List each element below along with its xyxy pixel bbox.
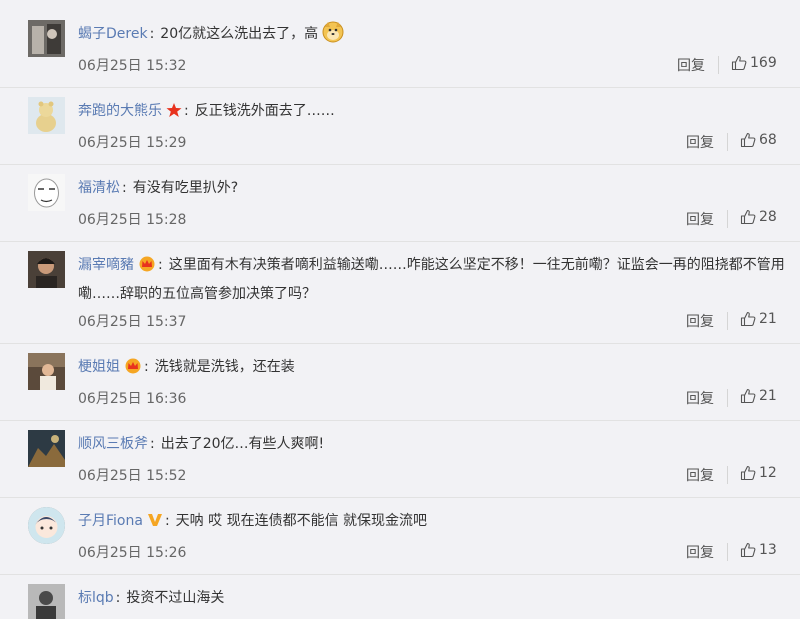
- thumbs-up-icon: [740, 209, 756, 225]
- divider: [727, 210, 728, 228]
- reply-button[interactable]: 回复: [686, 388, 714, 408]
- comment-time: 06月25日 15:26: [78, 545, 187, 561]
- comment-body: 标lqb: 投资不过山海关: [78, 585, 792, 611]
- colon: :: [164, 513, 170, 529]
- comment-time: 06月25日 15:37: [78, 314, 187, 330]
- comment-text: 反正钱洗外面去了……: [194, 103, 335, 119]
- like-count: 13: [759, 542, 777, 558]
- colon: :: [149, 26, 155, 42]
- doge-emoji-icon: [322, 21, 344, 52]
- thumbs-up-icon: [740, 465, 756, 481]
- avatar[interactable]: [28, 507, 65, 544]
- reply-button[interactable]: 回复: [686, 311, 714, 331]
- like-button[interactable]: 169: [731, 55, 777, 71]
- reply-button[interactable]: 回复: [686, 465, 714, 485]
- username-link[interactable]: 顺风三板斧: [78, 436, 148, 452]
- crown-badge-icon: [138, 255, 156, 281]
- like-button[interactable]: 68: [740, 132, 777, 148]
- colon: :: [158, 257, 163, 273]
- username-link[interactable]: 子月Fiona: [78, 513, 143, 529]
- reply-button[interactable]: 回复: [686, 132, 714, 152]
- like-button[interactable]: 12: [740, 465, 777, 481]
- avatar[interactable]: [28, 20, 65, 57]
- avatar[interactable]: [28, 251, 65, 288]
- divider: [718, 56, 719, 74]
- comment-item: 福清松: 有没有吃里扒外? 06月25日 15:28 回复 28: [0, 165, 800, 242]
- avatar[interactable]: [28, 430, 65, 467]
- comment-item: 奔跑的大熊乐: 反正钱洗外面去了…… 06月25日 15:29 回复 68: [0, 88, 800, 165]
- comment-item: 蝎子Derek:20亿就这么洗出去了，高 06月25日 15:32 回复 169: [0, 0, 800, 88]
- thumbs-up-icon: [740, 132, 756, 148]
- like-count: 68: [759, 132, 777, 148]
- comment-time: 06月25日 15:28: [78, 212, 187, 228]
- like-button[interactable]: 21: [740, 388, 777, 404]
- thumbs-up-icon: [740, 542, 756, 558]
- comment-text: 洗钱就是洗钱，还在装: [154, 359, 295, 375]
- comment-text: 这里面有木有决策者嘀利益输送嘞……咋能这么坚定不移！一往无前嘞？证监会一再的阻挠…: [78, 257, 785, 302]
- comment-body: 漏宰嘀豬: 这里面有木有决策者嘀利益输送嘞……咋能这么坚定不移！一往无前嘞？证监会…: [78, 252, 792, 307]
- comment-time: 06月25日 15:29: [78, 135, 187, 151]
- avatar[interactable]: [28, 353, 65, 390]
- like-button[interactable]: 13: [740, 542, 777, 558]
- like-count: 21: [759, 311, 777, 327]
- comment-list: 蝎子Derek:20亿就这么洗出去了，高 06月25日 15:32 回复 169…: [0, 0, 800, 619]
- like-count: 12: [759, 465, 777, 481]
- username-link[interactable]: 漏宰嘀豬: [78, 257, 134, 273]
- username-link[interactable]: 奔跑的大熊乐: [78, 103, 162, 119]
- comment-time: 06月25日 16:36: [78, 391, 187, 407]
- divider: [727, 543, 728, 561]
- divider: [727, 312, 728, 330]
- crown-badge-icon: [124, 357, 142, 383]
- thumbs-up-icon: [740, 388, 756, 404]
- colon: :: [122, 180, 127, 196]
- colon: :: [150, 436, 155, 452]
- comment-body: 顺风三板斧: 出去了20亿…有些人爽啊!: [78, 431, 792, 457]
- reply-button[interactable]: 回复: [686, 542, 714, 562]
- thumbs-up-icon: [731, 55, 747, 71]
- comment-text: 出去了20亿…有些人爽啊!: [160, 436, 325, 452]
- like-count: 169: [750, 55, 777, 71]
- comment-item: 子月Fiona: 天呐 哎 现在连债都不能信 就保现金流吧 06月25日 15:2…: [0, 498, 800, 575]
- thumbs-up-icon: [740, 311, 756, 327]
- divider: [727, 133, 728, 151]
- like-count: 21: [759, 388, 777, 404]
- reply-button[interactable]: 回复: [677, 55, 705, 75]
- like-count: 28: [759, 209, 777, 225]
- comment-text: 20亿就这么洗出去了，高: [160, 26, 319, 42]
- avatar[interactable]: [28, 97, 65, 134]
- comment-item: 梗姐姐: 洗钱就是洗钱，还在装 06月25日 16:36 回复 21: [0, 344, 800, 421]
- comment-item: 顺风三板斧: 出去了20亿…有些人爽啊! 06月25日 15:52 回复 12: [0, 421, 800, 498]
- username-link[interactable]: 蝎子Derek: [78, 26, 148, 42]
- avatar[interactable]: [28, 584, 65, 619]
- reply-button[interactable]: 回复: [686, 209, 714, 229]
- username-link[interactable]: 梗姐姐: [78, 359, 120, 375]
- comment-body: 子月Fiona: 天呐 哎 现在连债都不能信 就保现金流吧: [78, 508, 792, 537]
- colon: :: [115, 590, 121, 606]
- comment-item: 标lqb: 投资不过山海关: [0, 575, 800, 619]
- colon: :: [184, 103, 189, 119]
- comment-body: 梗姐姐: 洗钱就是洗钱，还在装: [78, 354, 792, 383]
- comment-text: 天呐 哎 现在连债都不能信 就保现金流吧: [175, 513, 428, 529]
- avatar[interactable]: [28, 174, 65, 211]
- username-link[interactable]: 福清松: [78, 180, 120, 196]
- comment-time: 06月25日 15:52: [78, 468, 187, 484]
- comment-text: 投资不过山海关: [126, 590, 225, 606]
- divider: [727, 389, 728, 407]
- divider: [727, 466, 728, 484]
- comment-item: 漏宰嘀豬: 这里面有木有决策者嘀利益输送嘞……咋能这么坚定不移！一往无前嘞？证监会…: [0, 242, 800, 344]
- colon: :: [144, 359, 149, 375]
- vip-v-badge-icon: [147, 511, 163, 537]
- comment-time: 06月25日 15:32: [78, 58, 187, 74]
- comment-text: 有没有吃里扒外?: [132, 180, 239, 196]
- username-link[interactable]: 标lqb: [78, 590, 114, 606]
- star-badge-icon: [166, 101, 182, 127]
- like-button[interactable]: 28: [740, 209, 777, 225]
- comment-body: 奔跑的大熊乐: 反正钱洗外面去了……: [78, 98, 792, 127]
- like-button[interactable]: 21: [740, 311, 777, 327]
- comment-body: 福清松: 有没有吃里扒外?: [78, 175, 792, 201]
- comment-body: 蝎子Derek:20亿就这么洗出去了，高: [78, 21, 792, 52]
